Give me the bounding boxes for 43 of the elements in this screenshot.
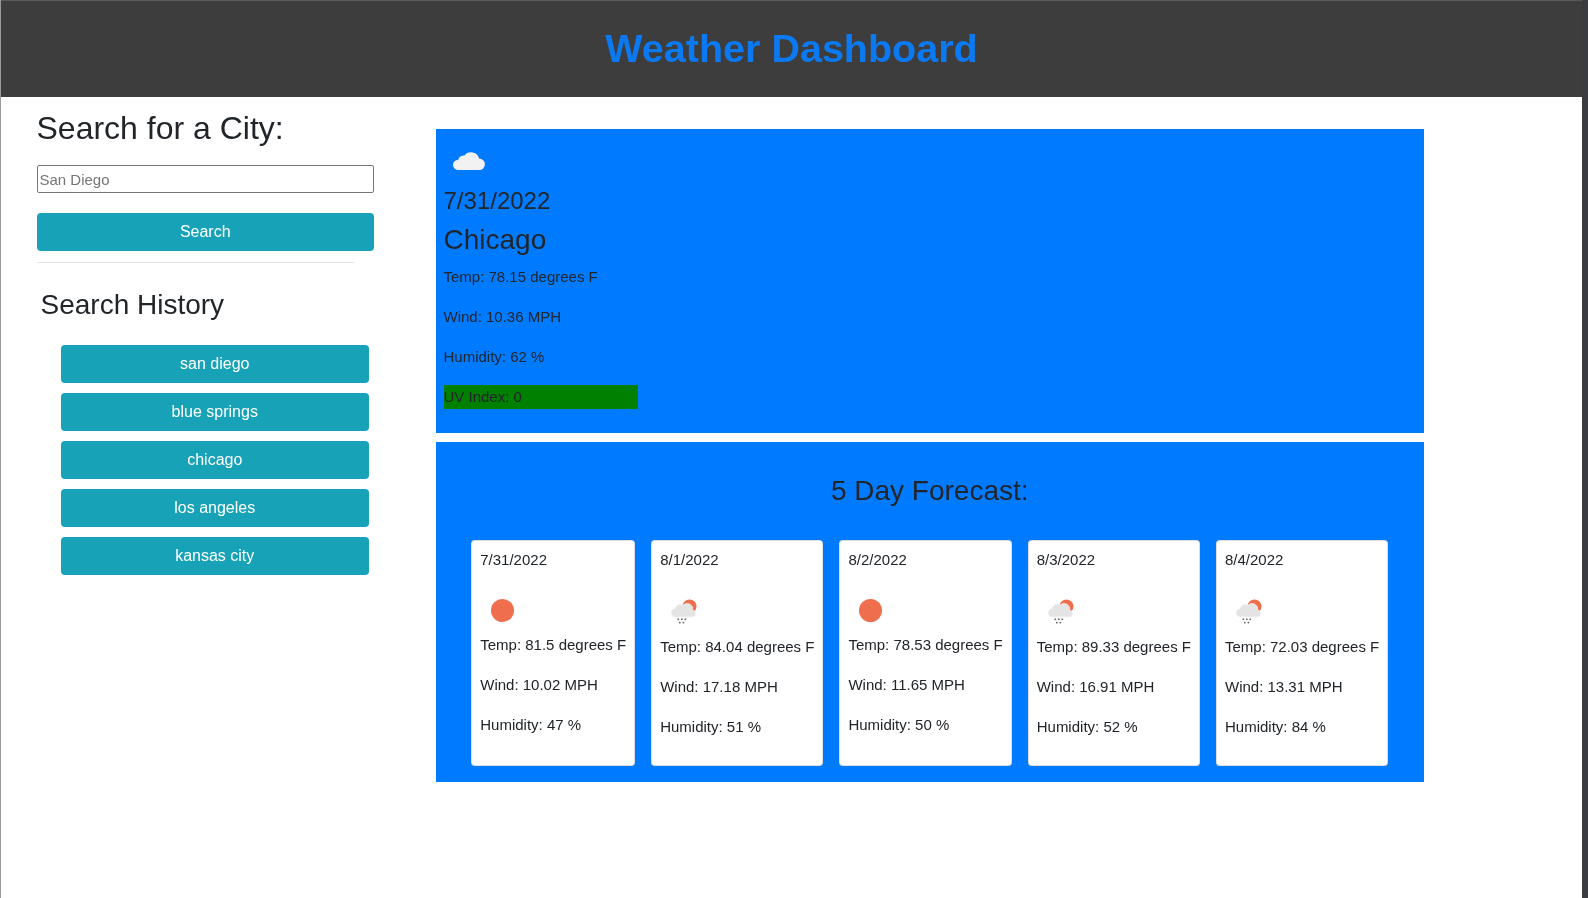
temperature-text: Temp: 78.53 degrees F	[848, 634, 1003, 655]
sun-cloud-rain-icon	[1047, 598, 1074, 624]
temperature-text: Temp: 78.15 degrees F	[443, 267, 599, 287]
history-city-button[interactable]: chicago	[61, 441, 369, 479]
history-city-button[interactable]: blue springs	[61, 393, 369, 431]
humidity-text: Humidity: 62 %	[443, 347, 546, 367]
search-button[interactable]: Search	[36, 213, 374, 251]
wind-text: Wind: 17.18 MPH	[660, 676, 778, 697]
humidity-text: Humidity: 52 %	[1036, 716, 1138, 737]
cloud-icon	[452, 150, 485, 171]
humidity-text: Humidity: 50 %	[848, 714, 950, 735]
forecast-date: 7/31/2022	[480, 549, 547, 570]
wind-text: Wind: 11.65 MPH	[848, 674, 965, 695]
sun-cloud-rain-icon	[671, 598, 698, 624]
current-date: 7/31/2022	[443, 186, 552, 216]
uv-index-indicator: UV Index: 0	[443, 385, 638, 409]
temperature-text: Temp: 81.5 degrees F	[480, 634, 627, 655]
history-city-button[interactable]: kansas city	[61, 537, 369, 575]
sun-icon	[491, 598, 515, 622]
city-name: Chicago	[443, 223, 548, 257]
history-city-button[interactable]: los angeles	[61, 489, 369, 527]
humidity-text: Humidity: 47 %	[480, 714, 582, 735]
wind-text: Wind: 10.02 MPH	[480, 674, 598, 695]
forecast-date: 8/4/2022	[1224, 549, 1284, 570]
forecast-heading: 5 Day Forecast:	[830, 474, 1029, 508]
temperature-text: Temp: 72.03 degrees F	[1224, 636, 1380, 657]
sun-cloud-rain-icon	[1235, 598, 1262, 624]
search-heading: Search for a City:	[36, 108, 284, 148]
humidity-text: Humidity: 84 %	[1224, 716, 1326, 737]
humidity-text: Humidity: 51 %	[660, 716, 762, 737]
history-heading: Search History	[40, 287, 225, 322]
history-city-button[interactable]: san diego	[61, 345, 369, 383]
wind-text: Wind: 16.91 MPH	[1036, 676, 1155, 697]
sun-icon	[859, 598, 883, 622]
forecast-date: 8/3/2022	[1036, 549, 1096, 570]
wind-text: Wind: 13.31 MPH	[1224, 676, 1343, 697]
temperature-text: Temp: 84.04 degrees F	[660, 636, 815, 657]
wind-text: Wind: 10.36 MPH	[443, 307, 563, 327]
forecast-date: 8/1/2022	[660, 549, 719, 570]
city-search-field[interactable]: San Diego	[36, 165, 374, 194]
temperature-text: Temp: 89.33 degrees F	[1036, 636, 1191, 657]
page-title: Weather Dashboard	[605, 25, 978, 73]
forecast-date: 8/2/2022	[848, 549, 907, 570]
